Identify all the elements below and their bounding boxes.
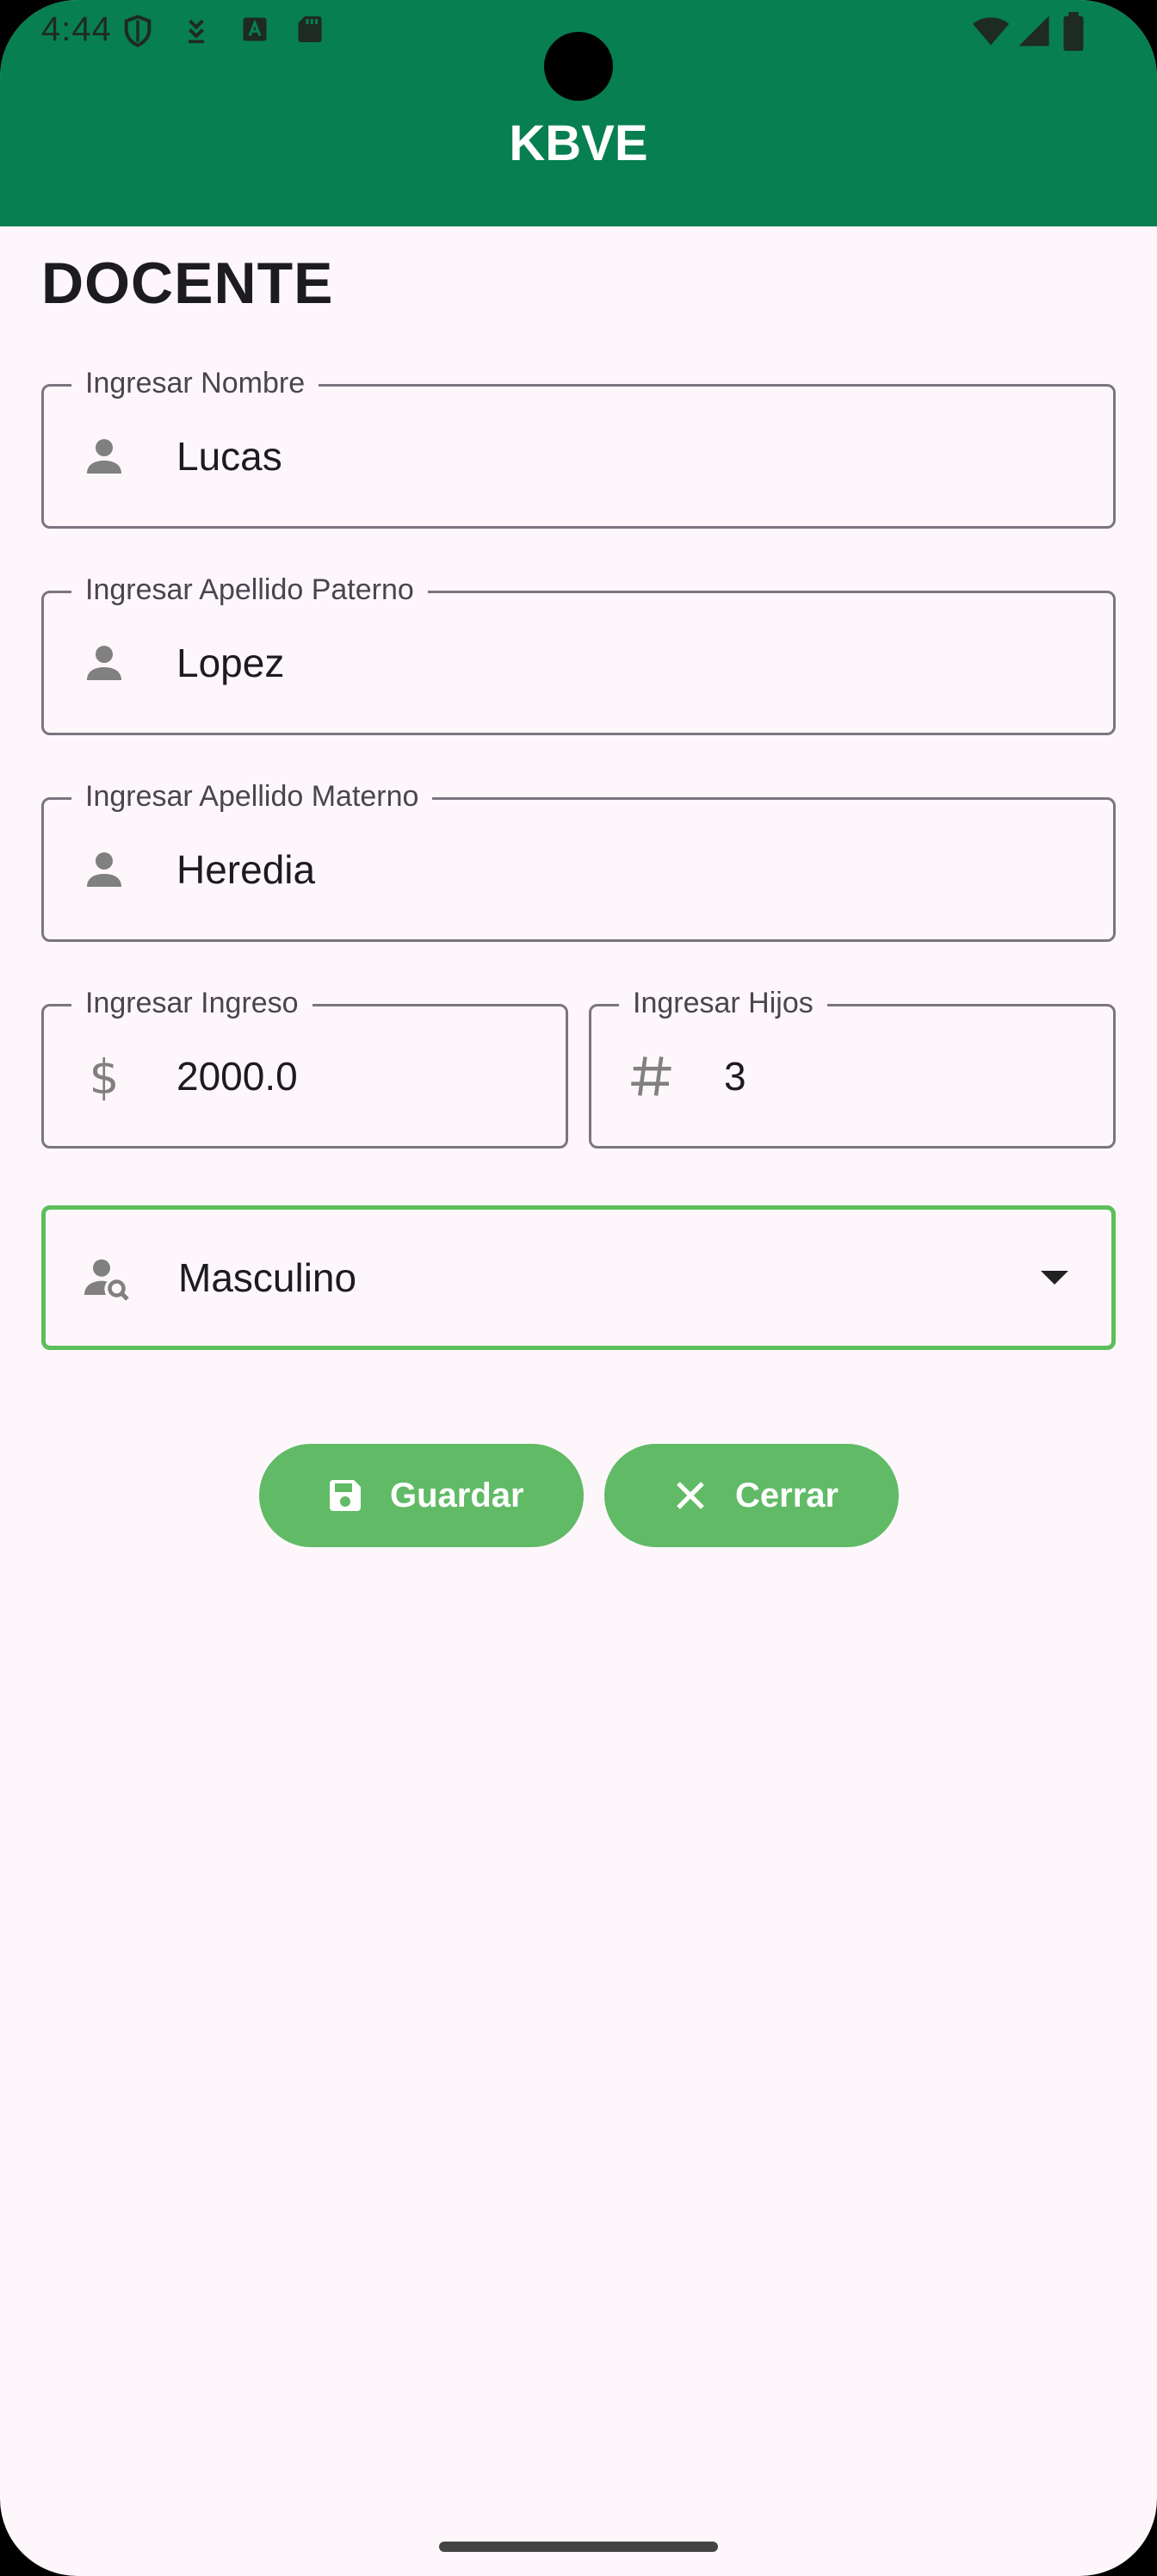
hijos-field[interactable]: Ingresar Hijos 3 [589, 982, 1116, 1149]
ingreso-field[interactable]: Ingresar Ingreso $ 2000.0 [41, 982, 568, 1149]
hijos-label: Ingresar Hijos [619, 982, 827, 1024]
page-title: DOCENTE [41, 251, 334, 316]
guardar-button[interactable]: Guardar [259, 1444, 584, 1547]
close-icon [677, 1482, 704, 1509]
download-icon [189, 19, 204, 44]
person-icon [87, 852, 121, 887]
camera-cutout [544, 32, 613, 101]
guardar-label: Guardar [390, 1476, 524, 1514]
person-search-icon [84, 1259, 129, 1301]
ingreso-value: 2000.0 [176, 1054, 298, 1099]
cerrar-label: Cerrar [735, 1476, 839, 1514]
apellido-materno-field[interactable]: Ingresar Apellido Materno Heredia [41, 776, 1116, 942]
hash-icon [631, 1056, 671, 1096]
signal-icon [1018, 15, 1049, 46]
apellido-paterno-value: Lopez [176, 641, 285, 685]
app-bar: 4:44 KBVE [0, 0, 1157, 226]
battery-icon [1063, 12, 1084, 52]
apellido-paterno-field[interactable]: Ingresar Apellido Paterno Lopez [41, 569, 1116, 735]
wifi-icon [972, 17, 1010, 46]
genero-value: Masculino [178, 1255, 357, 1300]
person-icon [87, 646, 121, 680]
person-icon [87, 439, 121, 474]
svg-text:$: $ [90, 1050, 120, 1102]
dollar-icon: $ [90, 1050, 120, 1102]
home-indicator[interactable] [439, 2542, 718, 2552]
sd-card-icon [298, 16, 322, 42]
hijos-value: 3 [724, 1054, 746, 1099]
save-icon [330, 1480, 361, 1511]
apellido-materno-value: Heredia [176, 847, 316, 892]
cerrar-button[interactable]: Cerrar [604, 1444, 899, 1547]
genero-dropdown[interactable]: Masculino [41, 1205, 1116, 1350]
app-title: KBVE [509, 115, 648, 171]
font-a-icon [243, 17, 267, 41]
shield-icon [124, 15, 152, 47]
dropdown-arrow-icon[interactable] [1041, 1271, 1068, 1285]
nombre-field[interactable]: Ingresar Nombre Lucas [41, 362, 1116, 529]
status-time: 4:44 [41, 10, 112, 48]
nombre-value: Lucas [176, 434, 282, 479]
phone-screen: 4:44 KBVE DOCENTE Ingresar Nombre Lucas … [0, 0, 1157, 2576]
